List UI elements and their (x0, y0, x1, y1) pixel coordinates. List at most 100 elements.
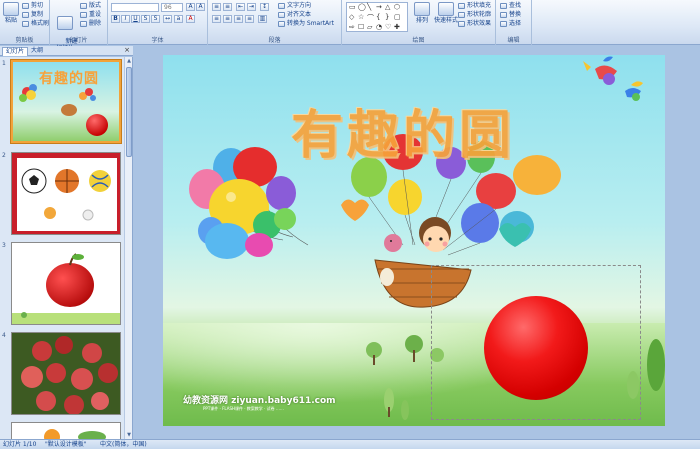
cut-button[interactable]: 剪切 (22, 1, 43, 10)
quick-styles-button[interactable]: 快速样式 (434, 2, 458, 24)
thumbnail-2-preview (12, 153, 120, 234)
watermark-subtext: PPT课件 · FLASH课件 · 教案教学 · 试卷 …… (203, 406, 284, 411)
shadow-button[interactable]: S (151, 15, 160, 23)
pane-tabs: 幻灯片 大纲 × (0, 46, 133, 56)
text-direction-button[interactable]: 文字方向 (278, 1, 311, 10)
align-text-button[interactable]: 对齐文本 (278, 10, 311, 19)
line-spacing-button[interactable]: ↕ (260, 3, 269, 11)
reset-icon (80, 11, 87, 18)
thumbnail-number: 4 (2, 332, 6, 339)
drawing-group: ▭ ◯ ╲ → △ ⬡ ◇ ☆ ⌒{} ▢ ⇨ ☐ ▱ ◔ ♡ ✚ 排列 快速样式 形状填充 形状轮廓 形… (342, 0, 496, 45)
scissors-icon (22, 2, 29, 9)
char-spacing-button[interactable]: ↔ (163, 15, 172, 23)
replace-label: 替换 (509, 11, 522, 18)
bullets-button[interactable]: ≡ (212, 3, 221, 11)
watermark-text: 幼教资源网 ziyuan.baby611.com (183, 396, 336, 406)
close-icon[interactable]: × (124, 46, 130, 54)
shape-fill-button[interactable]: 形状填充 (458, 1, 491, 10)
slide-title[interactable]: 有趣的圆 (291, 93, 515, 168)
format-painter-button[interactable]: 格式刷 (22, 19, 49, 28)
convert-smartart-button[interactable]: 转换为 SmartArt (278, 19, 334, 28)
find-button[interactable]: 查找 (500, 1, 521, 10)
align-right-button[interactable]: ≡ (234, 15, 243, 23)
arrange-button[interactable]: 排列 (412, 2, 432, 24)
replace-icon (500, 11, 507, 18)
drawing-group-label: 绘图 (412, 37, 425, 44)
scroll-thumb[interactable] (126, 67, 132, 157)
align-text-label: 对齐文本 (287, 11, 312, 18)
font-color-button[interactable]: A (186, 15, 195, 23)
scroll-down-icon[interactable]: ▼ (125, 431, 132, 439)
columns-button[interactable]: ▥ (258, 15, 267, 23)
cut-label: 剪切 (31, 2, 44, 9)
arrange-icon (414, 2, 430, 16)
slide-thumbnail-1[interactable]: 有趣的圆 (10, 59, 122, 144)
strikethrough-button[interactable]: S (141, 15, 150, 23)
delete-slide-button[interactable]: 删除 (80, 19, 101, 28)
clipboard-group-label: 剪贴板 (15, 37, 34, 44)
thumbnail-number: 1 (2, 60, 6, 67)
select-button[interactable]: 选择 (500, 19, 521, 28)
language-indicator[interactable]: 中文(简体，中国) (100, 440, 147, 449)
slides-group-label: 幻灯片 (69, 37, 88, 44)
font-group-label: 字体 (151, 37, 164, 44)
cursor-icon (500, 20, 507, 27)
tab-slides[interactable]: 幻灯片 (2, 47, 29, 56)
italic-button[interactable]: I (121, 15, 130, 23)
thumbnail-number: 3 (2, 242, 6, 249)
pen-icon (458, 11, 465, 18)
scroll-up-icon[interactable]: ▲ (125, 57, 132, 65)
quick-styles-label: 快速样式 (434, 17, 459, 24)
theme-name: "默认设计模板" (45, 441, 87, 448)
paragraph-group-label: 段落 (268, 37, 281, 44)
increase-indent-button[interactable]: ⇥ (247, 3, 256, 11)
font-group: 96 A A B I U S S ↔ a A 字体 (108, 0, 208, 45)
copy-button[interactable]: 复制 (22, 10, 43, 19)
font-name-combo[interactable] (111, 3, 159, 12)
align-center-button[interactable]: ≡ (223, 15, 232, 23)
find-label: 查找 (509, 2, 522, 9)
decrease-indent-button[interactable]: ⇤ (236, 3, 245, 11)
current-slide[interactable]: 有趣的圆 幼教资源网 ziyuan.baby611.com PPT课件 · FL… (163, 55, 665, 426)
slide-thumbnail-3[interactable] (11, 242, 121, 325)
thumbnail-5-preview (12, 423, 120, 439)
shrink-font-button[interactable]: A (196, 3, 205, 11)
brush-icon (22, 20, 29, 27)
tab-outline[interactable]: 大纲 (28, 47, 46, 56)
format-painter-label: 格式刷 (31, 20, 50, 27)
bold-button[interactable]: B (111, 15, 120, 23)
layout-icon (80, 2, 87, 9)
change-case-button[interactable]: a (174, 15, 183, 23)
paragraph-group: ≡ ≡ ⇤ ⇥ ↕ ≡ ≡ ≡ ≡ ▥ 文字方向 对齐文本 转换为 SmartA… (208, 0, 342, 45)
reset-button[interactable]: 重设 (80, 10, 101, 19)
red-ball-shape[interactable] (484, 296, 588, 400)
paste-button[interactable]: 粘贴 (1, 2, 21, 24)
underline-button[interactable]: U (131, 15, 140, 23)
effects-icon (458, 20, 465, 27)
align-text-icon (278, 11, 285, 18)
slide-thumbnail-4[interactable] (11, 332, 121, 415)
slide-thumbnail-5[interactable] (11, 422, 121, 439)
delete-icon (80, 20, 87, 27)
thumbnails-scrollbar[interactable]: ▲ ▼ (124, 57, 132, 439)
text-direction-icon (278, 2, 285, 9)
editing-group-label: 编辑 (507, 37, 520, 44)
thumbnail-1-title: 有趣的圆 (39, 71, 99, 87)
layout-button[interactable]: 版式 (80, 1, 101, 10)
paste-icon (3, 2, 19, 16)
grow-font-button[interactable]: A (186, 3, 195, 11)
numbering-button[interactable]: ≡ (223, 3, 232, 11)
shape-outline-button[interactable]: 形状轮廓 (458, 10, 491, 19)
shape-effects-label: 形状效果 (467, 20, 492, 27)
align-left-button[interactable]: ≡ (212, 15, 221, 23)
quick-styles-icon (438, 2, 454, 16)
font-size-combo[interactable]: 96 (161, 3, 183, 12)
shapes-gallery[interactable]: ▭ ◯ ╲ → △ ⬡ ◇ ☆ ⌒{} ▢ ⇨ ☐ ▱ ◔ ♡ ✚ (346, 2, 408, 32)
slide-thumbnail-2[interactable] (11, 152, 121, 235)
justify-button[interactable]: ≡ (245, 15, 254, 23)
shape-effects-button[interactable]: 形状效果 (458, 19, 491, 28)
slides-pane: 1 有趣的圆 2 3 4 ▲ ▼ (0, 57, 133, 439)
replace-button[interactable]: 替换 (500, 10, 521, 19)
thumbnail-number: 2 (2, 152, 6, 159)
status-bar: 幻灯片 1/10 "默认设计模板" 中文(简体，中国) (0, 439, 700, 449)
